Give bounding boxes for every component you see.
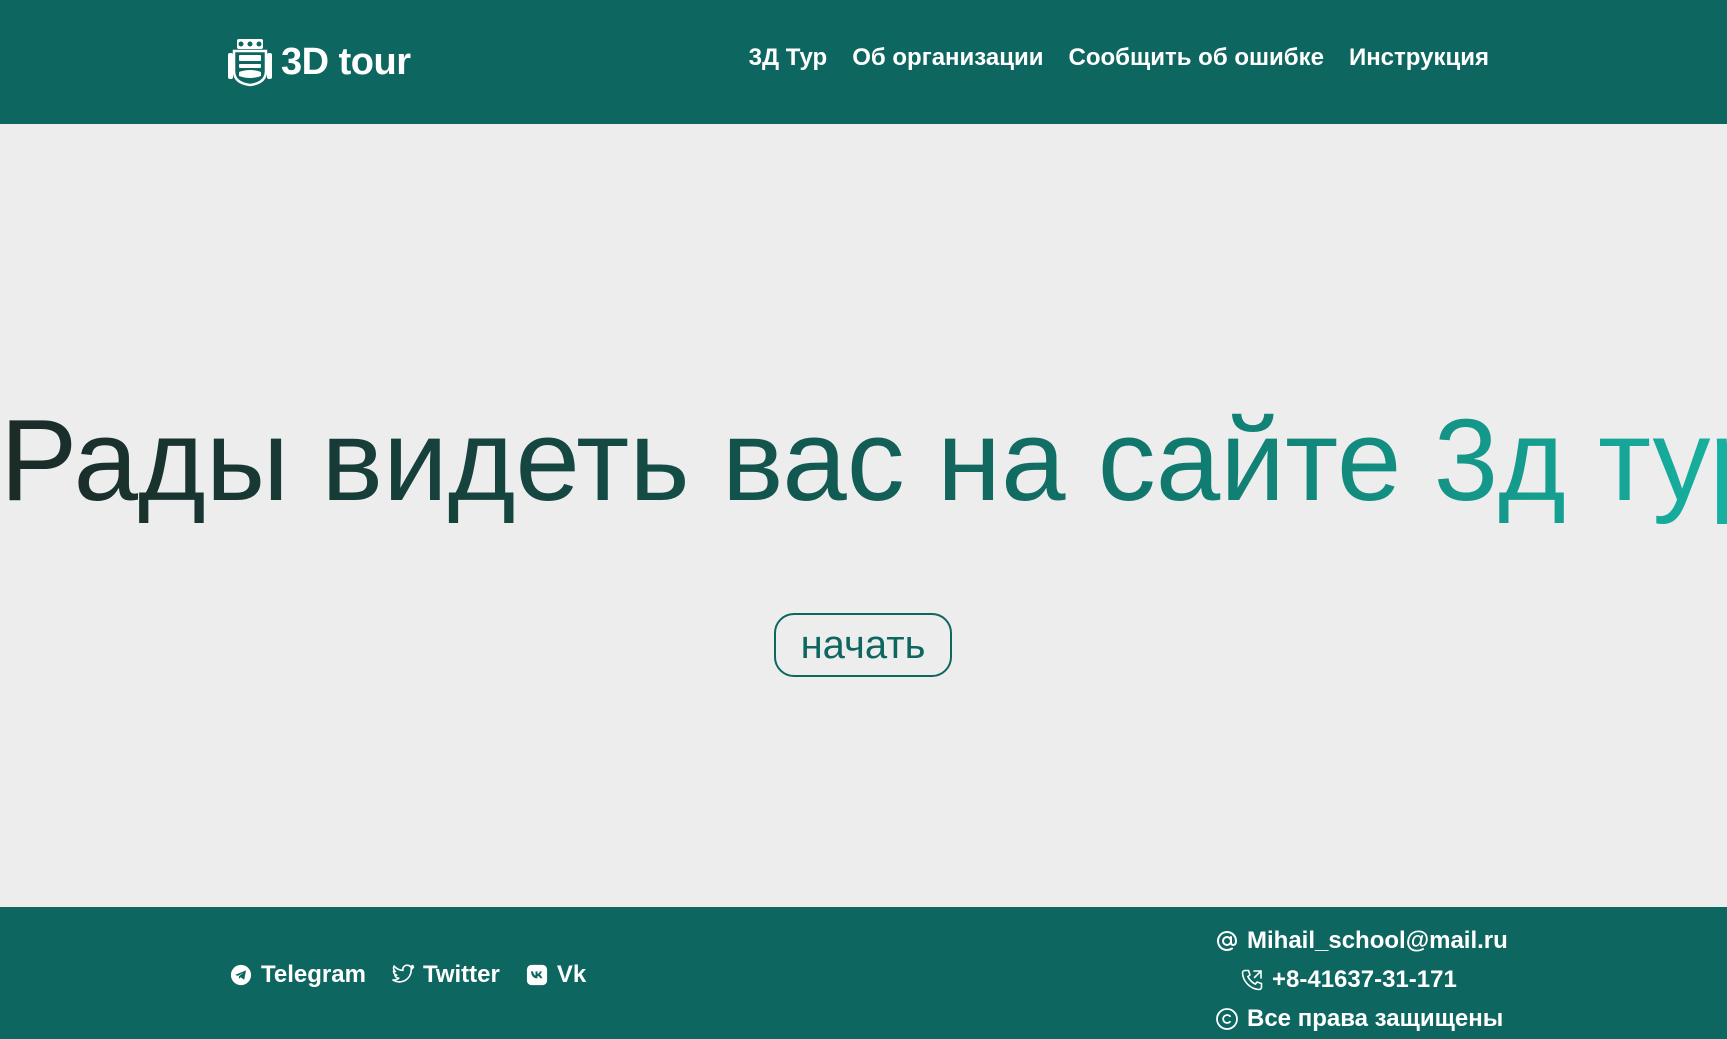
main-nav: 3Д Тур Об организации Сообщить об ошибке… (749, 44, 1489, 72)
phone-link[interactable]: +8-41637-31-171 (1272, 966, 1457, 994)
telegram-link[interactable]: Telegram (229, 961, 366, 989)
twitter-icon (391, 963, 415, 987)
twitter-link[interactable]: Twitter (391, 961, 500, 989)
at-sign-icon (1215, 929, 1239, 953)
nav-item-about[interactable]: Об организации (852, 44, 1043, 72)
copyright-row: Все права защищены (1215, 999, 1515, 1038)
logo-text: 3D tour (281, 40, 411, 83)
copyright-icon (1215, 1007, 1239, 1031)
telegram-label: Telegram (261, 961, 366, 988)
site-footer: Telegram Twitter Vk Mihail_school@mail.r… (0, 907, 1727, 1039)
copyright-text: Все права защищены (1247, 1004, 1504, 1032)
twitter-label: Twitter (422, 961, 500, 988)
coat-of-arms-icon (228, 37, 272, 87)
email-row: Mihail_school@mail.ru (1215, 921, 1515, 960)
social-links: Telegram Twitter Vk (229, 961, 586, 989)
hero-title: Рады видеть вас на сайте 3д тур! (0, 390, 1727, 530)
phone-icon (1240, 968, 1264, 992)
vk-link[interactable]: Vk (525, 961, 586, 989)
email-link[interactable]: Mihail_school@mail.ru (1247, 927, 1508, 955)
start-button[interactable]: начать (774, 613, 952, 677)
nav-item-report-error[interactable]: Сообщить об ошибке (1069, 44, 1324, 72)
vk-label: Vk (556, 961, 587, 988)
site-header: 3D tour 3Д Тур Об организации Сообщить о… (0, 0, 1727, 124)
telegram-icon (229, 963, 253, 987)
logo-link[interactable]: 3D tour (228, 36, 411, 88)
nav-item-3d-tour[interactable]: 3Д Тур (749, 44, 828, 72)
nav-item-instructions[interactable]: Инструкция (1349, 44, 1489, 72)
phone-row: +8-41637-31-171 (1215, 960, 1515, 999)
vk-icon (525, 963, 549, 987)
contact-info: Mihail_school@mail.ru +8-41637-31-171 Вс… (1215, 921, 1515, 1038)
